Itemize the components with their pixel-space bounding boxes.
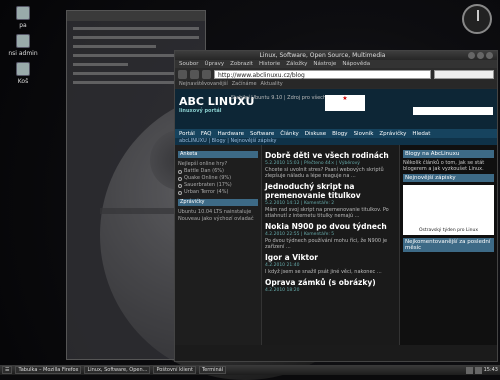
- poll-option[interactable]: Quake Online (9%): [178, 175, 258, 182]
- nav-item[interactable]: Články: [280, 131, 298, 137]
- banner-ad[interactable]: ★: [325, 95, 365, 111]
- sidebar-heading: Blogy na AbcLinuxu: [403, 150, 494, 158]
- article-title[interactable]: Jednoduchý skript na premenovanie titulk…: [265, 182, 396, 200]
- desktop-icon-trash[interactable]: Koš: [8, 62, 38, 85]
- sidebar-heading: Nejnovější zápisky: [403, 174, 494, 182]
- browser-titlebar[interactable]: Linux, Software, Open Source, Multimedia: [175, 51, 497, 60]
- news-heading: Zprávičky: [178, 199, 258, 206]
- site-header: ABC LINUXU linuxový portál Stabilní Ubunt…: [175, 89, 497, 129]
- window-title: Linux, Software, Open Source, Multimedia: [259, 52, 386, 59]
- desktop-icon-admin[interactable]: nsi admin: [8, 34, 38, 57]
- poll-option[interactable]: Urban Terror (4%): [178, 189, 258, 196]
- taskbar-item[interactable]: Terminál: [198, 366, 227, 374]
- radio-icon: [178, 169, 182, 174]
- menu-bookmarks[interactable]: Záložky: [286, 61, 307, 67]
- article-title[interactable]: Oprava zámků (s obrázky): [265, 278, 396, 287]
- desktop-icon-home[interactable]: pa: [8, 6, 38, 29]
- article-title[interactable]: Nokia N900 po dvou týdnech: [265, 222, 396, 231]
- nav-item[interactable]: Portál: [179, 131, 195, 137]
- search-input[interactable]: [434, 69, 494, 79]
- site-search-input[interactable]: [413, 107, 493, 115]
- menu-tools[interactable]: Nástroje: [313, 61, 336, 67]
- bookmark-item[interactable]: Začínáme: [232, 81, 257, 87]
- nav-item[interactable]: Diskuse: [305, 131, 326, 137]
- nav-item[interactable]: FAQ: [201, 131, 212, 137]
- clock-widget: [462, 4, 492, 34]
- article: Dobrě děti ve všech rodinách 5.2.2010 15:…: [265, 151, 396, 179]
- taskbar-item[interactable]: Tabulka – Mozilla Firefox: [15, 366, 82, 374]
- radio-icon: [178, 176, 182, 181]
- menu-bar: Soubor Úpravy Zobrazit Historie Záložky …: [175, 60, 497, 68]
- minimize-icon[interactable]: [468, 52, 475, 59]
- back-icon[interactable]: [178, 69, 187, 79]
- poll-option[interactable]: Sauerbraten (17%): [178, 182, 258, 189]
- computer-icon: [16, 34, 30, 48]
- url-bar[interactable]: http://www.abclinuxu.cz/blog: [214, 69, 431, 79]
- radio-icon: [178, 183, 182, 188]
- main-column: Dobrě děti ve všech rodinách 5.2.2010 15:…: [261, 145, 399, 345]
- site-tagline: Stabilní Ubuntu 9.10 | Zdroj pro všechny: [231, 95, 333, 101]
- taskbar: ☰ Tabulka – Mozilla Firefox Linux, Softw…: [0, 365, 500, 375]
- taskbar-item[interactable]: Linux, Software, Open...: [84, 366, 151, 374]
- system-tray: 15:43: [465, 366, 498, 374]
- sidebar-heading: Nejkomentovanější za poslední měsíc: [403, 238, 494, 252]
- web-page: ABC LINUXU linuxový portál Stabilní Ubunt…: [175, 89, 497, 361]
- nav-item[interactable]: Hledat: [412, 131, 430, 137]
- article: Nokia N900 po dvou týdnech 4.2.2010 22:55…: [265, 222, 396, 250]
- navigation-toolbar: http://www.abclinuxu.cz/blog: [175, 68, 497, 80]
- nav-item[interactable]: Software: [250, 131, 274, 137]
- volume-icon[interactable]: [474, 366, 482, 374]
- background-window-titlebar[interactable]: [67, 11, 205, 21]
- sidebar-ad[interactable]: Ostravský týden pro Linux: [403, 185, 494, 235]
- forward-icon[interactable]: [190, 69, 199, 79]
- taskbar-clock[interactable]: 15:43: [484, 367, 498, 374]
- article-title[interactable]: Dobrě děti ve všech rodinách: [265, 151, 396, 160]
- article: Jednoduchý skript na premenovanie titulk…: [265, 182, 396, 219]
- maximize-icon[interactable]: [477, 52, 484, 59]
- bookmarks-toolbar: Nejnavštěvovanější Začínáme Aktuality: [175, 80, 497, 88]
- menu-edit[interactable]: Úpravy: [204, 61, 224, 67]
- nav-item[interactable]: Blogy: [332, 131, 347, 137]
- bookmark-item[interactable]: Aktuality: [261, 81, 283, 87]
- site-navbar: Portál FAQ Hardware Software Články Disk…: [175, 129, 497, 138]
- nav-item[interactable]: Slovník: [354, 131, 374, 137]
- news-item[interactable]: Ubuntu 10.04 LTS nainstaluje Nouveau jak…: [178, 209, 258, 223]
- trash-icon: [16, 62, 30, 76]
- bookmark-item[interactable]: Nejnavštěvovanější: [179, 81, 228, 87]
- poll-question: Nejlepší online hry?: [178, 161, 228, 167]
- menu-history[interactable]: Historie: [259, 61, 280, 67]
- reload-icon[interactable]: [202, 69, 211, 79]
- browser-window[interactable]: Linux, Software, Open Source, Multimedia…: [174, 50, 498, 362]
- poll-option[interactable]: Battle Dan (6%): [178, 168, 258, 175]
- left-column: Anketa Nejlepší online hry? Battle Dan (…: [175, 145, 261, 345]
- article: Oprava zámků (s obrázky) 4.2.2010 18:20: [265, 278, 396, 293]
- start-menu-button[interactable]: ☰: [2, 366, 13, 374]
- article-title[interactable]: Igor a Viktor: [265, 253, 396, 262]
- poll-heading: Anketa: [178, 151, 258, 158]
- taskbar-item[interactable]: Poštovní klient: [153, 366, 196, 374]
- nav-item[interactable]: Zprávičky: [379, 131, 406, 137]
- menu-file[interactable]: Soubor: [179, 61, 198, 67]
- close-icon[interactable]: [486, 52, 493, 59]
- network-icon[interactable]: [465, 366, 473, 374]
- menu-help[interactable]: Nápověda: [342, 61, 370, 67]
- menu-view[interactable]: Zobrazit: [230, 61, 253, 67]
- nav-item[interactable]: Hardware: [217, 131, 244, 137]
- radio-icon: [178, 190, 182, 195]
- right-column: Blogy na AbcLinuxu Několik článků o tom,…: [399, 145, 497, 345]
- folder-icon: [16, 6, 30, 20]
- article: Igor a Viktor 4.2.2010 21:40 I když jsem s…: [265, 253, 396, 275]
- breadcrumb: abcLINUXU | Blogy | Nejnovější zápisky: [175, 138, 497, 145]
